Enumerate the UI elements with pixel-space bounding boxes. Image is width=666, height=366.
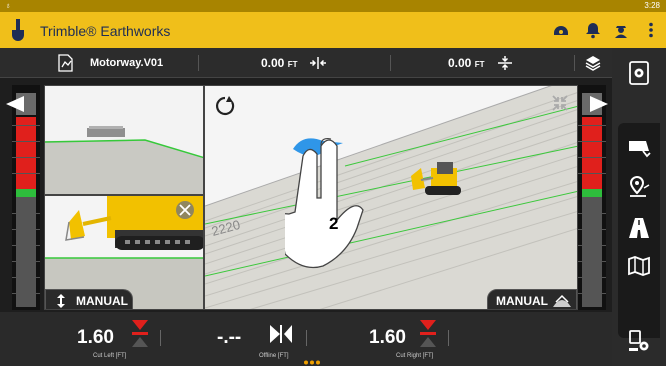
cut-right-value[interactable]: 1.60 bbox=[369, 327, 406, 349]
manual-label-right: MANUAL bbox=[496, 294, 548, 308]
grade-tick bbox=[12, 125, 40, 126]
grade-tick bbox=[12, 141, 40, 142]
overflow-menu-icon[interactable] bbox=[642, 21, 660, 39]
grade-tick bbox=[12, 245, 40, 246]
grade-tick bbox=[578, 125, 606, 126]
grade-tick bbox=[578, 213, 606, 214]
cross-section-scene bbox=[45, 86, 203, 194]
trimble-shovel-logo-icon bbox=[12, 19, 24, 41]
grade-tick bbox=[12, 293, 40, 294]
android-status-bar: ♁ 3:28 bbox=[0, 0, 666, 12]
cut-left-icon bbox=[132, 320, 148, 347]
left-grade-pointer-icon bbox=[6, 96, 24, 112]
earthworks-app: ♁ 3:28 Trimble® Earthworks Motorway.V01 … bbox=[0, 0, 666, 366]
manual-mode-tab-left[interactable]: MANUAL bbox=[45, 289, 133, 309]
grade-tick bbox=[12, 157, 40, 158]
divider bbox=[198, 55, 199, 71]
status-time: 3:28 bbox=[644, 1, 660, 10]
divider bbox=[574, 55, 575, 71]
vertical-offset-icon bbox=[498, 56, 512, 70]
vertical-offset-value[interactable]: 0.00 FT bbox=[448, 56, 484, 70]
horizontal-offset-icon bbox=[310, 57, 326, 69]
gesture-finger-count: 2 bbox=[329, 214, 339, 233]
road-view-button[interactable] bbox=[624, 213, 654, 243]
divider bbox=[448, 330, 449, 346]
grade-tick bbox=[12, 213, 40, 214]
divider bbox=[160, 330, 161, 346]
vertical-offset-number: 0.00 bbox=[448, 56, 472, 70]
horizontal-offset-number: 0.00 bbox=[261, 56, 285, 70]
blade-tilt-icon bbox=[553, 294, 571, 307]
cut-right-caption: Cut Right [FT] bbox=[396, 353, 434, 359]
horizontal-offset-unit: FT bbox=[287, 60, 298, 69]
app-bar: Trimble® Earthworks bbox=[0, 12, 666, 48]
horizontal-offset-value[interactable]: 0.00 FT bbox=[261, 56, 297, 70]
app-title: Trimble® Earthworks bbox=[40, 23, 171, 39]
grade-tick bbox=[578, 229, 606, 230]
design-name[interactable]: Motorway.V01 bbox=[90, 57, 163, 69]
grade-tick bbox=[578, 141, 606, 142]
notification-icon: ♁ bbox=[5, 1, 11, 10]
alert-bell-icon[interactable] bbox=[584, 21, 602, 39]
map-icon bbox=[628, 256, 650, 276]
settings-button[interactable] bbox=[624, 326, 654, 356]
blade-view-button[interactable] bbox=[624, 132, 654, 162]
manual-label-left: MANUAL bbox=[76, 294, 128, 308]
offline-value[interactable]: -.-- bbox=[217, 327, 241, 349]
grade-tick bbox=[12, 173, 40, 174]
cut-left-value[interactable]: 1.60 bbox=[77, 327, 114, 349]
right-toolbar bbox=[612, 48, 666, 366]
manual-mode-tab-right[interactable]: MANUAL bbox=[487, 289, 577, 309]
location-pin-icon bbox=[629, 175, 650, 197]
grade-tick bbox=[12, 277, 40, 278]
divider bbox=[306, 330, 307, 346]
grade-tick bbox=[578, 157, 606, 158]
offline-caption: Offline [FT] bbox=[259, 353, 289, 359]
main-3d-scene: 2220 bbox=[205, 86, 577, 309]
vertical-arrows-icon bbox=[57, 294, 65, 308]
operator-icon[interactable] bbox=[612, 21, 630, 39]
cut-segment bbox=[16, 117, 36, 189]
cut-segment bbox=[582, 117, 602, 189]
grade-tick bbox=[578, 261, 606, 262]
road-icon bbox=[629, 218, 649, 238]
cross-section-view[interactable] bbox=[44, 85, 204, 195]
grade-tick bbox=[578, 173, 606, 174]
vertical-offset-unit: FT bbox=[474, 60, 485, 69]
divider bbox=[390, 55, 391, 71]
left-grade-indicator bbox=[12, 85, 40, 310]
grade-tick bbox=[578, 293, 606, 294]
connection-icon[interactable] bbox=[552, 21, 570, 39]
bottom-status-bar: 1.60 Cut Left [FT] -.-- Offline [FT] 1.6… bbox=[0, 312, 612, 366]
page-indicator-dots-icon[interactable] bbox=[303, 360, 321, 365]
offline-center-icon bbox=[270, 325, 292, 343]
map-view-button[interactable] bbox=[624, 251, 654, 281]
grade-tick bbox=[12, 261, 40, 262]
grade-tick bbox=[578, 277, 606, 278]
machine-settings-icon bbox=[629, 61, 649, 85]
design-file-icon[interactable] bbox=[56, 54, 76, 72]
machine-settings-button[interactable] bbox=[624, 58, 654, 88]
cut-left-caption: Cut Left [FT] bbox=[93, 353, 127, 359]
layers-icon[interactable] bbox=[584, 54, 602, 72]
main-3d-view[interactable]: 2220 2 MANUAL bbox=[204, 85, 578, 310]
location-button[interactable] bbox=[624, 172, 654, 202]
design-info-bar: Motorway.V01 0.00 FT 0.00 FT bbox=[0, 48, 612, 78]
blade-icon bbox=[629, 141, 651, 158]
right-grade-indicator bbox=[578, 85, 606, 310]
two-finger-gesture-icon bbox=[285, 138, 364, 269]
on-grade-segment bbox=[582, 189, 602, 197]
cut-right-icon bbox=[420, 320, 436, 347]
profile-view[interactable]: MANUAL bbox=[44, 195, 204, 310]
on-grade-segment bbox=[16, 189, 36, 197]
right-grade-pointer-icon bbox=[590, 96, 608, 112]
machine-gear-icon bbox=[629, 330, 649, 351]
grade-tick bbox=[12, 229, 40, 230]
grade-tick bbox=[578, 245, 606, 246]
